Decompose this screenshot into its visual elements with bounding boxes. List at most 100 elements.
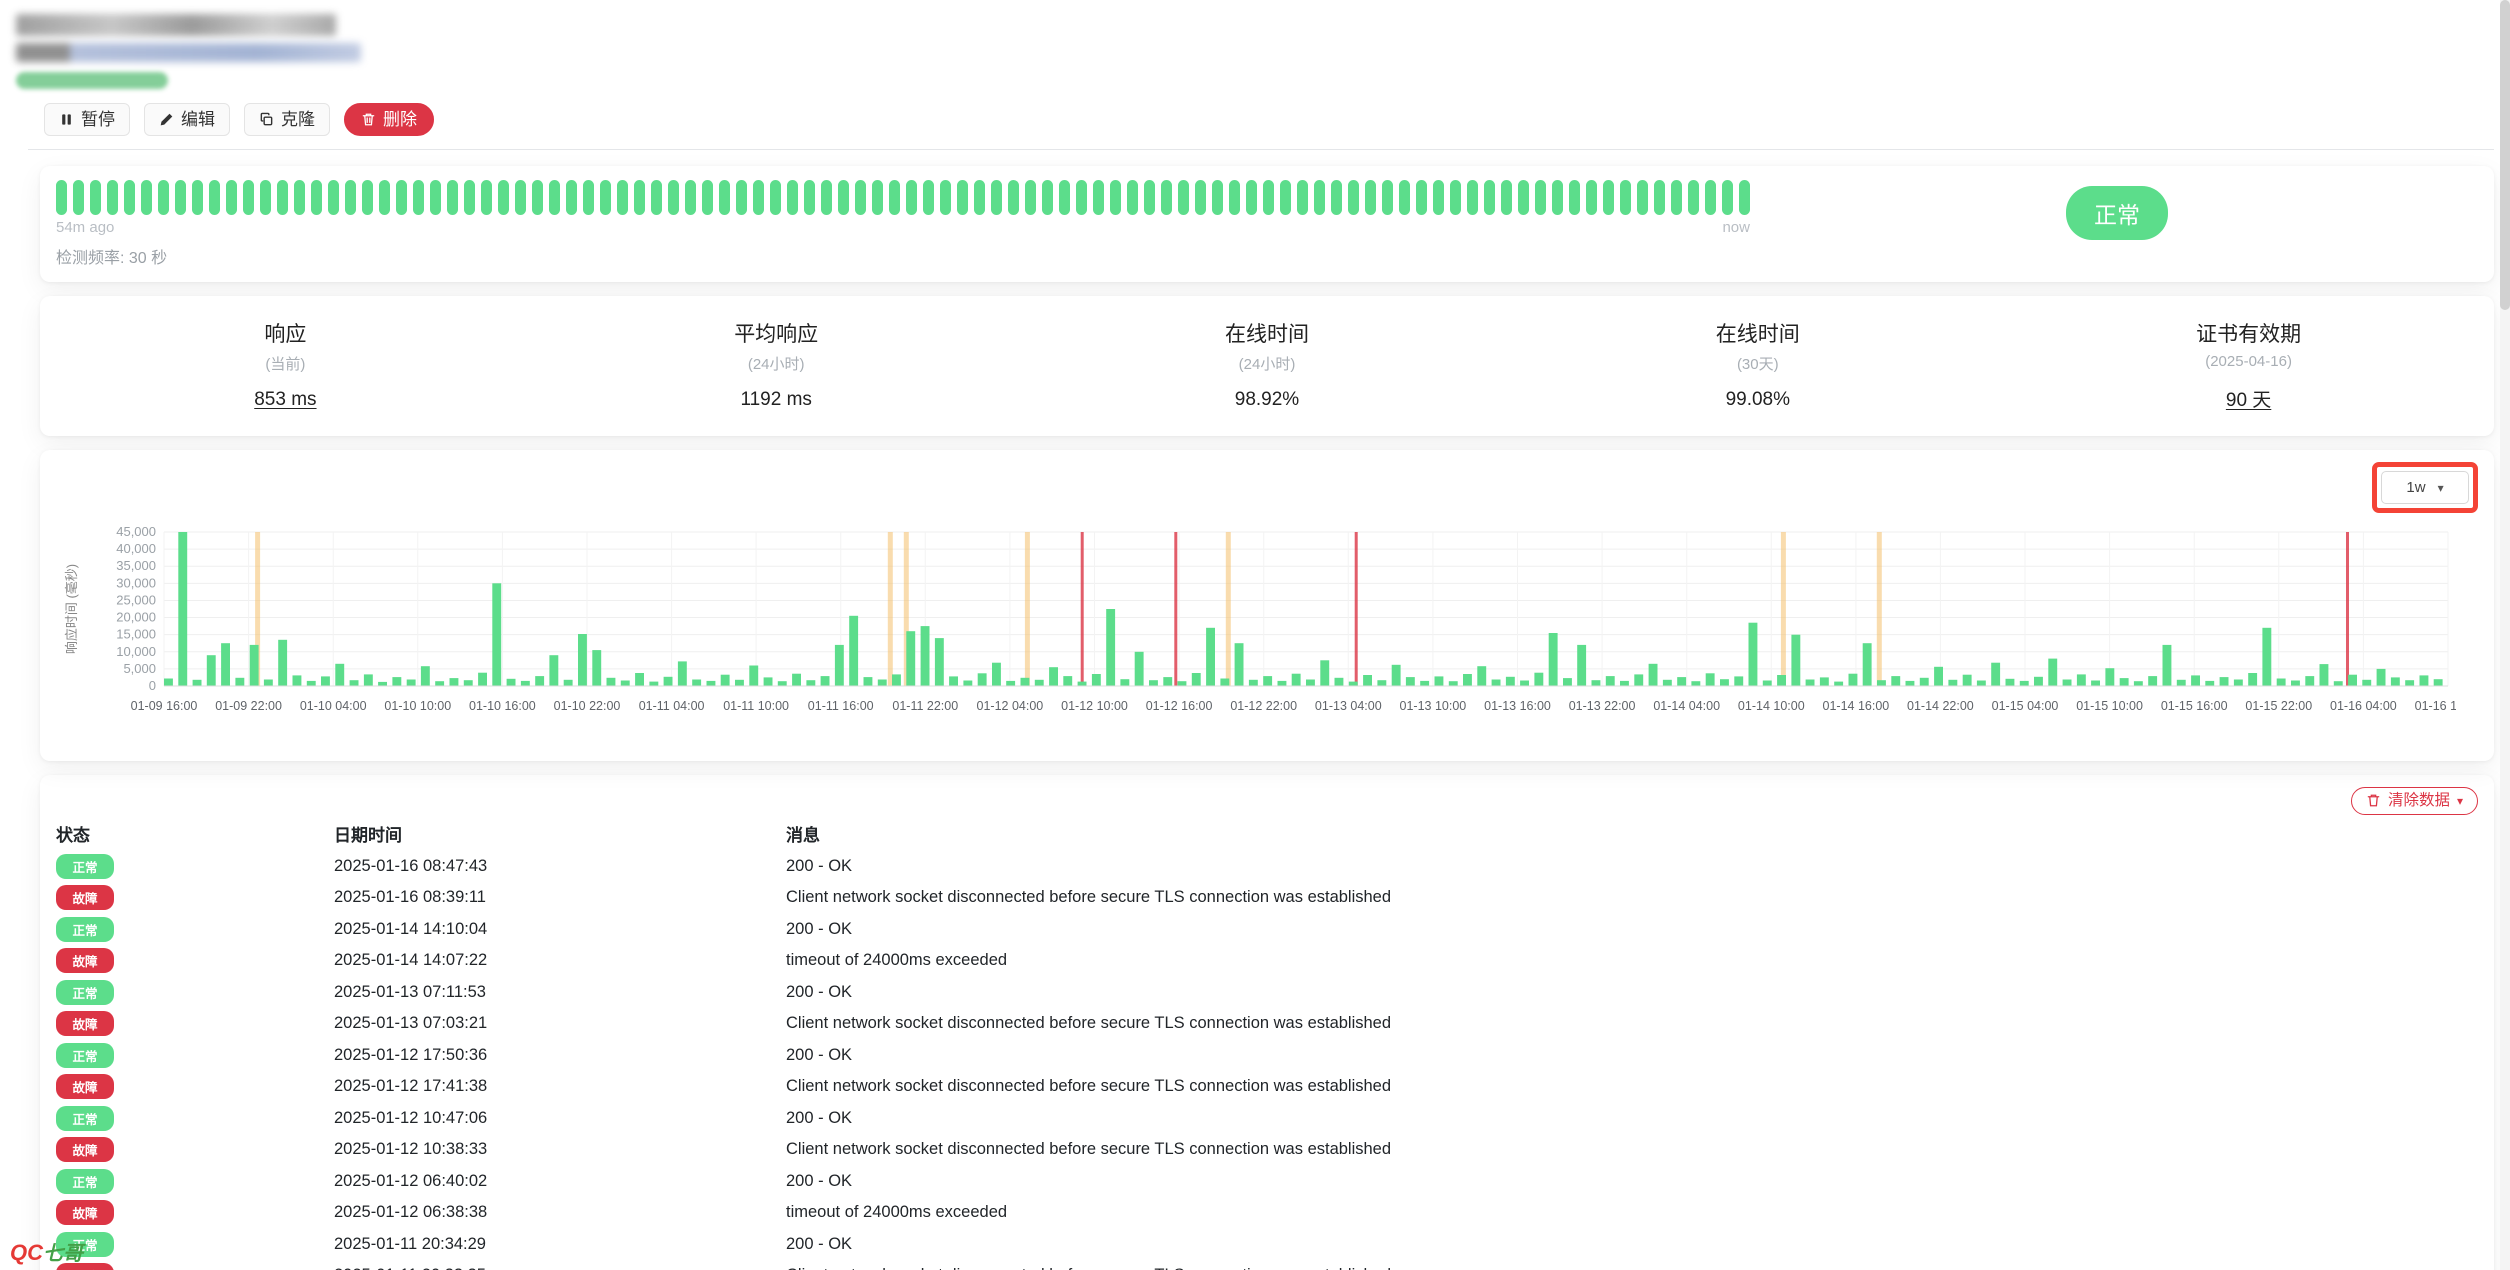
- watermark: QC七哥: [10, 1237, 83, 1266]
- stat-cert-expiry: 证书有效期 (2025-04-16) 90 天: [2003, 318, 2494, 412]
- heartbeat-bar: [1246, 180, 1257, 215]
- heartbeat-bar: [277, 180, 288, 215]
- svg-text:01-13 04:00: 01-13 04:00: [1315, 699, 1382, 713]
- event-row: 故障2025-01-11 20:33:35Client network sock…: [56, 1260, 2478, 1270]
- delete-button-label: 删除: [383, 111, 417, 128]
- stat-title: 在线时间: [1512, 318, 2003, 348]
- heartbeat-bar: [1518, 180, 1529, 215]
- heartbeat-bar: [1671, 180, 1682, 215]
- heartbeat-bar: [1263, 180, 1274, 215]
- monitor-url-redacted[interactable]: [16, 43, 361, 62]
- event-status-badge: 故障: [56, 885, 114, 910]
- heartbeat-bar: [90, 180, 101, 215]
- heartbeat-bar: [413, 180, 424, 215]
- heartbeat-bar: [549, 180, 560, 215]
- stat-response-current: 响应 (当前) 853 ms: [40, 318, 531, 412]
- heartbeat-bar: [600, 180, 611, 215]
- delete-button[interactable]: 删除: [344, 103, 434, 136]
- heartbeat-bar: [430, 180, 441, 215]
- pause-icon: [59, 112, 74, 127]
- heartbeat-bar: [175, 180, 186, 215]
- monitor-name-redacted: [16, 14, 336, 36]
- stat-value: 1192 ms: [531, 389, 1022, 411]
- svg-text:25,000: 25,000: [116, 592, 156, 607]
- svg-text:01-12 16:00: 01-12 16:00: [1146, 699, 1213, 713]
- svg-text:01-14 22:00: 01-14 22:00: [1907, 699, 1974, 713]
- svg-text:01-11 16:00: 01-11 16:00: [808, 699, 874, 713]
- event-message: timeout of 24000ms exceeded: [786, 951, 2478, 970]
- heartbeat-now-label: now: [1722, 219, 1750, 236]
- watermark-part1: QC: [10, 1240, 43, 1265]
- heartbeat-bar: [1365, 180, 1376, 215]
- heartbeat-bar: [685, 180, 696, 215]
- event-row: 故障2025-01-14 14:07:22timeout of 24000ms …: [56, 945, 2478, 977]
- event-time: 2025-01-12 06:38:38: [334, 1203, 786, 1222]
- scrollbar[interactable]: [2500, 0, 2510, 1270]
- stat-title: 响应: [40, 318, 531, 348]
- pause-button[interactable]: 暂停: [44, 103, 130, 136]
- event-row: 正常2025-01-14 14:10:04200 - OK: [56, 914, 2478, 946]
- monitor-header: 暂停 编辑 克隆 删除: [16, 14, 2494, 150]
- heartbeat-bar: [872, 180, 883, 215]
- event-status-badge: 正常: [56, 917, 114, 942]
- heartbeat-bar: [294, 180, 305, 215]
- heartbeat-bar: [192, 180, 203, 215]
- edit-button[interactable]: 编辑: [144, 103, 230, 136]
- svg-text:45,000: 45,000: [116, 524, 156, 539]
- event-message: 200 - OK: [786, 1109, 2478, 1128]
- event-row: 故障2025-01-12 06:38:38timeout of 24000ms …: [56, 1197, 2478, 1229]
- heartbeat-bar: [396, 180, 407, 215]
- stat-value[interactable]: 90 天: [2003, 385, 2494, 412]
- heartbeat-bar: [1008, 180, 1019, 215]
- events-table-header: 状态 日期时间 消息: [56, 817, 2478, 851]
- heartbeat-bar: [362, 180, 373, 215]
- svg-text:20,000: 20,000: [116, 610, 156, 625]
- event-row: 正常2025-01-12 06:40:02200 - OK: [56, 1166, 2478, 1198]
- svg-text:01-14 10:00: 01-14 10:00: [1738, 699, 1805, 713]
- heartbeat-bar: [107, 180, 118, 215]
- stat-value: 99.08%: [1512, 389, 2003, 411]
- heartbeat-bar: [345, 180, 356, 215]
- svg-text:01-15 04:00: 01-15 04:00: [1992, 699, 2059, 713]
- heartbeat-bar: [974, 180, 985, 215]
- heartbeat-bar: [668, 180, 679, 215]
- event-message: timeout of 24000ms exceeded: [786, 1203, 2478, 1222]
- event-row: 正常2025-01-12 10:47:06200 - OK: [56, 1103, 2478, 1135]
- event-message: Client network socket disconnected befor…: [786, 1140, 2478, 1159]
- heartbeat-bar: [1620, 180, 1631, 215]
- col-status: 状态: [56, 821, 334, 846]
- scrollbar-thumb[interactable]: [2500, 0, 2510, 310]
- period-select[interactable]: 1w ▾: [2381, 471, 2469, 504]
- heartbeat-bar: [651, 180, 662, 215]
- stat-value[interactable]: 853 ms: [40, 389, 531, 411]
- period-highlight-annotation: 1w ▾: [2372, 462, 2478, 513]
- event-time: 2025-01-13 07:11:53: [334, 983, 786, 1002]
- heartbeat-bar: [532, 180, 543, 215]
- period-select-value: 1w: [2406, 479, 2425, 496]
- edit-button-label: 编辑: [181, 111, 215, 128]
- heartbeat-bar: [736, 180, 747, 215]
- heartbeat-bar: [889, 180, 900, 215]
- heartbeat-bar: [158, 180, 169, 215]
- svg-text:15,000: 15,000: [116, 627, 156, 642]
- event-time: 2025-01-12 06:40:02: [334, 1172, 786, 1191]
- heartbeat-bar: [1331, 180, 1342, 215]
- event-time: 2025-01-13 07:03:21: [334, 1014, 786, 1033]
- event-time: 2025-01-12 17:41:38: [334, 1077, 786, 1096]
- heartbeat-bar: [1739, 180, 1750, 215]
- svg-text:40,000: 40,000: [116, 541, 156, 556]
- event-time: 2025-01-12 10:47:06: [334, 1109, 786, 1128]
- svg-text:01-10 04:00: 01-10 04:00: [300, 699, 367, 713]
- clone-button[interactable]: 克隆: [244, 103, 330, 136]
- svg-text:10,000: 10,000: [116, 644, 156, 659]
- heartbeat-bar: [498, 180, 509, 215]
- svg-text:01-15 22:00: 01-15 22:00: [2245, 699, 2312, 713]
- heartbeat-bar: [1076, 180, 1087, 215]
- stat-subtitle: (30天): [1512, 353, 2003, 374]
- clear-data-button[interactable]: 清除数据 ▾: [2351, 787, 2478, 815]
- pause-button-label: 暂停: [81, 111, 115, 128]
- heartbeat-bar: [226, 180, 237, 215]
- heartbeat-bar: [73, 180, 84, 215]
- svg-text:01-11 10:00: 01-11 10:00: [723, 699, 789, 713]
- svg-text:5,000: 5,000: [123, 661, 156, 676]
